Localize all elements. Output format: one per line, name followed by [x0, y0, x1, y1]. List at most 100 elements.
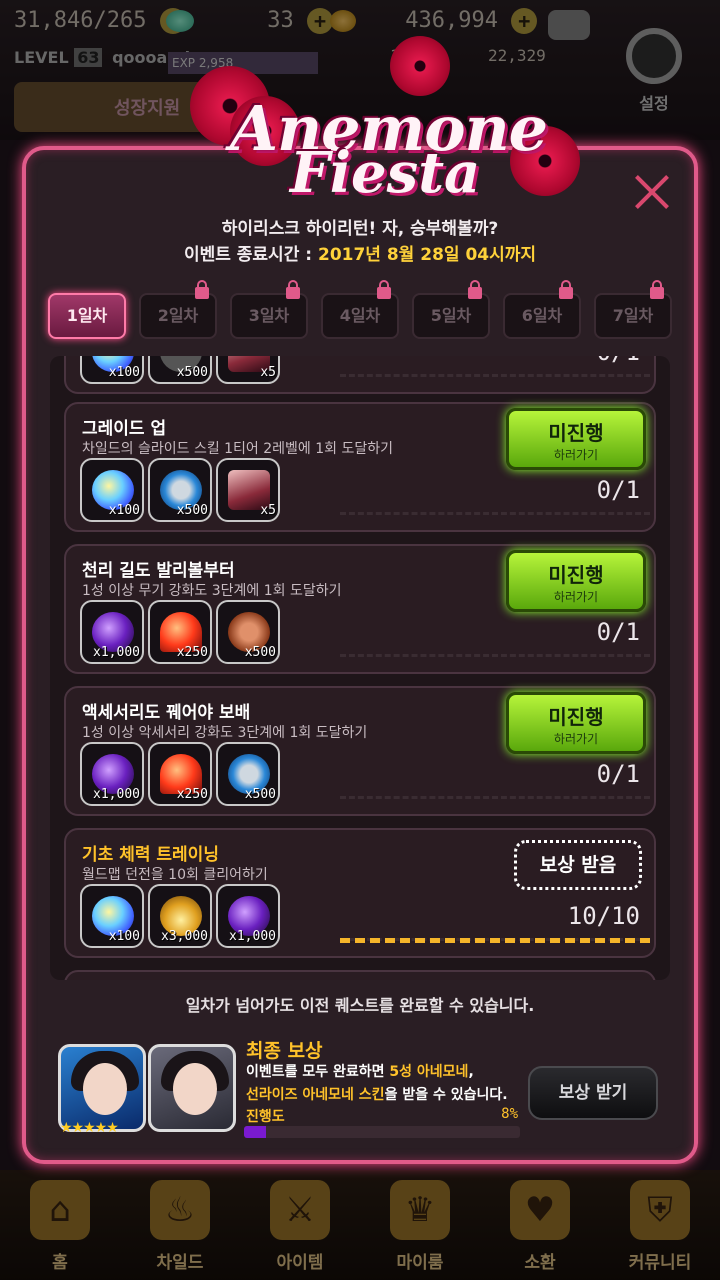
reward-quantity: x500 [176, 365, 208, 380]
gear-icon [626, 28, 682, 84]
nav-item[interactable]: ⚔ 아이템 [240, 1170, 360, 1280]
close-icon[interactable] [632, 172, 672, 212]
quest-progress-count: 0/1 [596, 760, 640, 788]
reward-item[interactable]: x100 [80, 356, 144, 384]
level-label: LEVEL [14, 48, 69, 67]
reward-quantity: x500 [176, 503, 208, 518]
final-progress-bar [244, 1126, 520, 1138]
nav-label: 마이룸 [396, 1253, 444, 1273]
tab-day-1[interactable]: 1일차 [48, 293, 126, 339]
reward-item[interactable]: x3,000 [148, 884, 212, 948]
quest-description: 1성 이상 악세서리 강화도 3단계에 1회 도달하기 [82, 725, 368, 741]
go-to-quest-button[interactable]: 미진행 하러가기 [506, 550, 646, 612]
reward-item[interactable]: x1,000 [80, 600, 144, 664]
quest-card: 그레이드 업 차일드의 슬라이드 스킬 1티어 2레벨에 1회 도달하기 x100 x… [64, 402, 656, 532]
claim-final-reward-button[interactable]: 보상 받기 [528, 1066, 658, 1120]
quest-progress-count: 0/1 [597, 356, 640, 366]
nav-label: 홈 [52, 1253, 68, 1273]
reward-claimed-badge: 보상 받음 [514, 840, 642, 890]
level-value: 63 [74, 48, 103, 67]
quest-card: 액세서리도 꿰어야 보배 1성 이상 악세서리 강화도 3단계에 1회 도달하기 x… [64, 686, 656, 816]
tab-label: 6일차 [521, 306, 563, 325]
chat-icon[interactable] [548, 10, 590, 40]
go-to-quest-button[interactable]: 미진행 하러가기 [506, 692, 646, 754]
quest-card: 기초 체력 트레이닝 월드맵 던전을 10회 클리어하기 x100 x3,000 x1,… [64, 828, 656, 958]
gem-counter: 33 + [166, 8, 333, 34]
tab-day-2[interactable]: 2일차 [139, 280, 217, 339]
event-tagline: 하이리스크 하이리턴! 자, 승부해볼까? [221, 219, 499, 239]
go-button-label: 하러가기 [553, 448, 599, 462]
nav-child[interactable]: ♨ 차일드 [120, 1170, 240, 1280]
summon-icon: ♥ [510, 1180, 570, 1240]
tab-day-5[interactable]: 5일차 [412, 280, 490, 339]
star-rating: ★★★★★ [60, 1120, 119, 1136]
event-time-value: 2017년 8월 28일 04시까지 [317, 245, 537, 265]
anemone-portrait[interactable] [58, 1044, 146, 1132]
reward-item[interactable]: x500 [148, 458, 212, 522]
gold-icon [330, 10, 356, 32]
go-button-status: 미진행 [548, 563, 604, 587]
reward-item[interactable]: x500 [216, 600, 280, 664]
final-desc-text: 이벤트를 모두 완료하면 [246, 1064, 390, 1080]
event-end-time: 이벤트 종료시간 : 2017년 8월 28일 04시까지 [0, 240, 720, 265]
quest-title: 기초 체력 트레이닝 [82, 845, 219, 865]
child-icon: ♨ [150, 1180, 210, 1240]
tab-day-6[interactable]: 6일차 [503, 280, 581, 339]
tab-day-7[interactable]: 7일차 [594, 280, 672, 339]
nav-home[interactable]: ⌂ 홈 [0, 1170, 120, 1280]
quest-progress-count: 0/1 [596, 618, 640, 646]
final-progress-fill [244, 1126, 267, 1138]
portrait-face [173, 1063, 217, 1115]
quest-title: 천리 길도 발리볼부터 [82, 561, 235, 581]
extra-counter-2: 22,329 [488, 46, 546, 65]
reward-quantity: x250 [176, 787, 208, 802]
reward-item[interactable]: x5 [216, 356, 280, 384]
growth-banner[interactable]: 성장지원 [14, 82, 214, 132]
tab-label: 2일차 [157, 306, 199, 325]
tab-label: 1일차 [66, 306, 108, 325]
add-gold-icon[interactable]: + [511, 8, 538, 34]
final-reward-desc-2: 선라이즈 아네모네 스킨을 받을 수 있습니다. [246, 1084, 508, 1104]
reward-item[interactable]: x500 [216, 742, 280, 806]
reward-item[interactable]: x1,000 [80, 742, 144, 806]
quest-title: 그레이드 업 [82, 419, 167, 439]
settings-label: 설정 [639, 94, 669, 113]
quest-progress-track [340, 654, 650, 657]
reward-item[interactable]: x250 [148, 742, 212, 806]
reward-item[interactable]: x500 [148, 356, 212, 384]
quest-card: 천리 길도 발리볼부터 1성 이상 무기 강화도 3단계에 1회 도달하기 x1,0… [64, 544, 656, 674]
reward-item[interactable]: x250 [148, 600, 212, 664]
nav-myroom[interactable]: ♛ 마이룸 [360, 1170, 480, 1280]
nav-summon[interactable]: ♥ 소환 [480, 1170, 600, 1280]
anemone-flower-icon [390, 36, 450, 96]
final-desc-highlight: 5성 아네모네 [389, 1064, 469, 1080]
nav-community[interactable]: ⛨ 커뮤니티 [600, 1170, 720, 1280]
reward-item[interactable]: x100 [80, 458, 144, 522]
logo-subtitle: Fiesta [290, 140, 481, 206]
quest-title: 액세서리도 꿰어야 보배 [82, 703, 251, 723]
reward-item[interactable]: x5 [216, 458, 280, 522]
reward-quantity: x500 [244, 645, 276, 660]
reward-item[interactable]: x100 [80, 884, 144, 948]
go-to-quest-button[interactable]: 미진행하러가기 [506, 408, 646, 470]
portrait-face [83, 1063, 127, 1115]
tab-day-4[interactable]: 4일차 [321, 280, 399, 339]
lock-icon [650, 280, 664, 299]
tab-day-3[interactable]: 3일차 [230, 280, 308, 339]
reward-item[interactable]: x1,000 [216, 884, 280, 948]
go-button-label: 하러가기 [553, 732, 599, 746]
home-icon: ⌂ [30, 1180, 90, 1240]
quest-list[interactable]: x100 x500 x5 0/1 그레이드 업차일드의 슬라이드 스킬 1티어 2레벨에… [50, 356, 670, 980]
settings-button[interactable]: 설정 [622, 28, 686, 114]
go-button-status: 미진행 [548, 421, 604, 445]
myroom-icon: ♛ [390, 1180, 450, 1240]
quest-progress-track [340, 374, 650, 377]
quest-progress-fill [340, 938, 650, 943]
reward-quantity: x5 [260, 365, 276, 380]
nav-label: 커뮤니티 [628, 1253, 692, 1273]
lock-icon [195, 280, 209, 299]
reward-quantity: x1,000 [229, 929, 276, 944]
reward-quantity: x5 [260, 503, 276, 518]
carryover-notice: 일차가 넘어가도 이전 퀘스트를 완료할 수 있습니다. [185, 996, 535, 1015]
anemone-skin-portrait[interactable] [148, 1044, 236, 1132]
